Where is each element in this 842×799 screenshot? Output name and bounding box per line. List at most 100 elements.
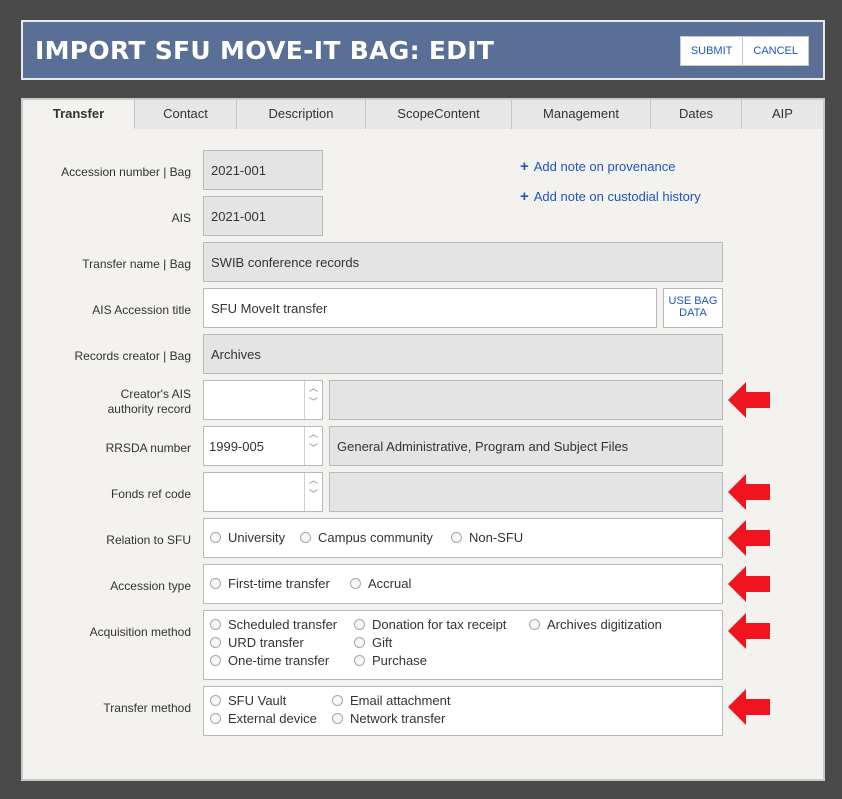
radio-icon — [210, 532, 221, 543]
radio-donation-tax-receipt[interactable]: Donation for tax receipt — [354, 617, 506, 632]
fonds-select[interactable]: ︿ ﹀ — [203, 472, 323, 512]
radio-icon — [354, 637, 365, 648]
radio-label: SFU Vault — [228, 693, 287, 708]
tab-dates[interactable]: Dates — [651, 100, 742, 129]
radio-purchase[interactable]: Purchase — [354, 653, 427, 668]
radio-campus-community[interactable]: Campus community — [300, 530, 433, 545]
radio-icon — [332, 695, 343, 706]
radio-icon — [332, 713, 343, 724]
radio-network-transfer[interactable]: Network transfer — [332, 711, 445, 726]
radio-label: Non-SFU — [469, 530, 524, 545]
transfer-method-label: Transfer method — [103, 701, 191, 715]
radio-label: Accrual — [368, 576, 412, 591]
radio-first-time-transfer[interactable]: First-time transfer — [210, 576, 330, 591]
radio-accrual[interactable]: Accrual — [350, 576, 411, 591]
ais-field: 2021-001 — [203, 196, 323, 236]
radio-label: University — [228, 530, 286, 545]
plus-icon: + — [520, 188, 529, 205]
radio-icon — [210, 578, 221, 589]
radio-one-time-transfer[interactable]: One-time transfer — [210, 653, 329, 668]
header-actions: SUBMIT CANCEL — [679, 36, 809, 66]
chevron-down-icon: ︿ ﹀ — [304, 381, 322, 419]
radio-external-device[interactable]: External device — [210, 711, 317, 726]
radio-archives-digitization[interactable]: Archives digitization — [529, 617, 662, 632]
tab-bar: Transfer Contact Description ScopeConten… — [23, 100, 823, 129]
ais-label: AIS — [171, 211, 191, 225]
red-arrow-left-icon — [728, 689, 770, 725]
submit-button[interactable]: SUBMIT — [681, 37, 743, 65]
tab-description[interactable]: Description — [237, 100, 366, 129]
accession-type-radio-group: First-time transfer Accrual — [203, 564, 723, 604]
radio-label: Network transfer — [350, 711, 446, 726]
radio-email-attachment[interactable]: Email attachment — [332, 693, 450, 708]
red-arrow-left-icon — [728, 474, 770, 510]
add-provenance-link[interactable]: + Add note on provenance — [520, 159, 675, 174]
rrsda-value: 1999-005 — [209, 439, 264, 454]
transfer-method-radio-group: SFU Vault Email attachment External devi… — [203, 686, 723, 736]
acquisition-radio-group: Scheduled transfer Donation for tax rece… — [203, 610, 723, 680]
radio-label: One-time transfer — [228, 653, 330, 668]
tab-transfer[interactable]: Transfer — [23, 100, 135, 129]
radio-label: Donation for tax receipt — [372, 617, 507, 632]
radio-label: Purchase — [372, 653, 427, 668]
radio-label: Email attachment — [350, 693, 451, 708]
add-custodial-link[interactable]: + Add note on custodial history — [520, 189, 701, 204]
radio-scheduled-transfer[interactable]: Scheduled transfer — [210, 617, 337, 632]
radio-icon — [354, 655, 365, 666]
fonds-text — [329, 472, 723, 512]
cancel-button[interactable]: CANCEL — [742, 37, 808, 65]
creator-authority-label-line1: Creator's AIS — [120, 387, 191, 401]
red-arrow-left-icon — [728, 566, 770, 602]
rrsda-label: RRSDA number — [105, 441, 191, 455]
transfer-name-label: Transfer name | Bag — [82, 257, 191, 271]
page-title: IMPORT SFU MOVE-IT BAG: EDIT — [35, 36, 495, 65]
radio-label: Scheduled transfer — [228, 617, 338, 632]
radio-icon — [451, 532, 462, 543]
creator-authority-text — [329, 380, 723, 420]
radio-icon — [354, 619, 365, 630]
radio-icon — [529, 619, 540, 630]
radio-icon — [210, 619, 221, 630]
radio-icon — [300, 532, 311, 543]
radio-icon — [210, 655, 221, 666]
ais-title-input[interactable]: SFU MoveIt transfer — [203, 288, 657, 328]
creator-authority-select[interactable]: ︿ ﹀ — [203, 380, 323, 420]
radio-label: URD transfer — [228, 635, 304, 650]
accession-label: Accession number | Bag — [61, 165, 191, 179]
tab-contact[interactable]: Contact — [135, 100, 237, 129]
relation-radio-group: University Campus community Non-SFU — [203, 518, 723, 558]
red-arrow-left-icon — [728, 520, 770, 556]
radio-non-sfu[interactable]: Non-SFU — [451, 530, 523, 545]
ais-title-label: AIS Accession title — [92, 303, 191, 317]
accession-field: 2021-001 — [203, 150, 323, 190]
radio-gift[interactable]: Gift — [354, 635, 392, 650]
tab-scopecontent[interactable]: ScopeContent — [366, 100, 512, 129]
fonds-label: Fonds ref code — [110, 487, 191, 501]
accession-type-label: Accession type — [110, 579, 191, 593]
form-panel: Transfer Contact Description ScopeConten… — [21, 98, 825, 781]
radio-icon — [210, 637, 221, 648]
radio-university[interactable]: University — [210, 530, 285, 545]
radio-urd-transfer[interactable]: URD transfer — [210, 635, 304, 650]
creator-authority-label-line2: authority record — [107, 402, 191, 416]
chevron-down-icon: ︿ ﹀ — [304, 473, 322, 511]
plus-icon: + — [520, 158, 529, 175]
radio-sfu-vault[interactable]: SFU Vault — [210, 693, 286, 708]
page-header: IMPORT SFU MOVE-IT BAG: EDIT SUBMIT CANC… — [21, 20, 825, 80]
add-custodial-label: Add note on custodial history — [533, 189, 701, 204]
rrsda-text: General Administrative, Program and Subj… — [329, 426, 723, 466]
rrsda-select[interactable]: 1999-005 ︿ ﹀ — [203, 426, 323, 466]
use-bag-data-button[interactable]: USE BAG DATA — [663, 288, 723, 328]
tab-management[interactable]: Management — [512, 100, 651, 129]
tab-aip[interactable]: AIP — [742, 100, 823, 129]
records-creator-field: Archives — [203, 334, 723, 374]
chevron-down-icon: ︿ ﹀ — [304, 427, 322, 465]
radio-label: External device — [228, 711, 317, 726]
radio-icon — [210, 713, 221, 724]
creator-authority-label: Creator's AIS authority record — [108, 387, 191, 417]
radio-label: Campus community — [318, 530, 433, 545]
radio-label: Gift — [372, 635, 393, 650]
radio-label: First-time transfer — [228, 576, 330, 591]
acquisition-label: Acquisition method — [89, 625, 191, 639]
add-provenance-label: Add note on provenance — [533, 159, 676, 174]
